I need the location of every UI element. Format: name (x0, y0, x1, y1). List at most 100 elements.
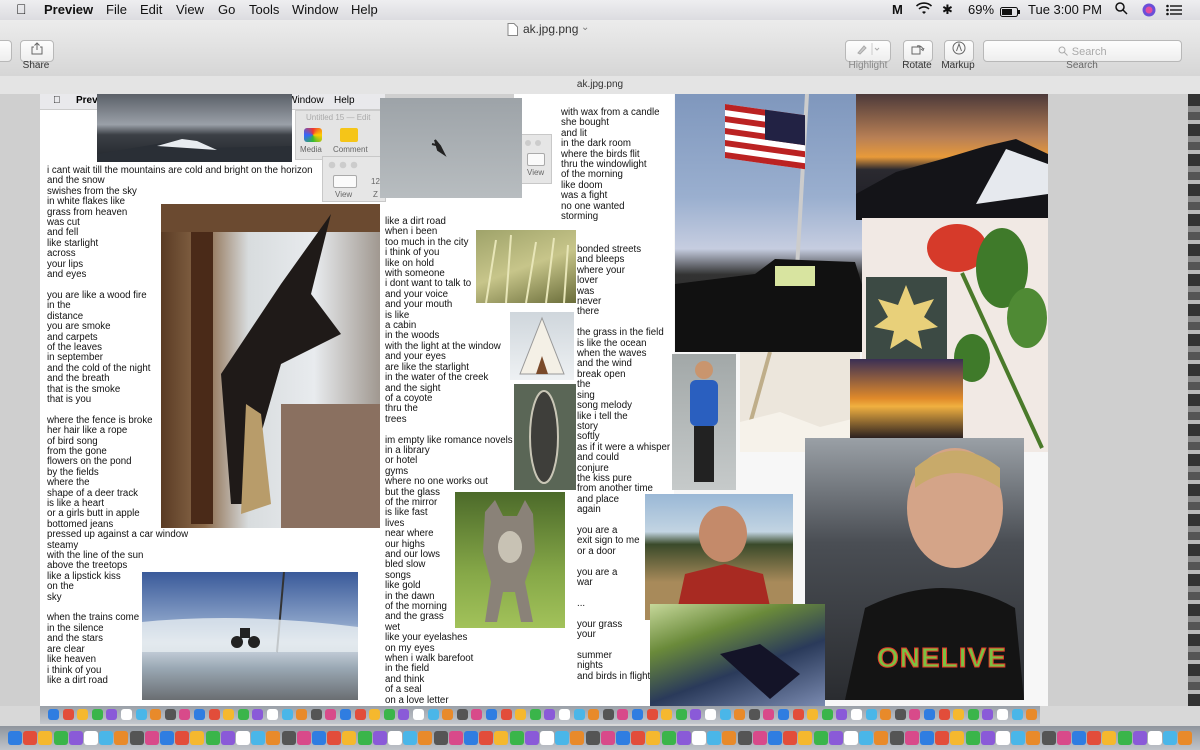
dock-app-icon[interactable] (281, 731, 296, 745)
dock-app-icon[interactable] (646, 731, 661, 745)
dock-app-icon[interactable] (559, 709, 570, 720)
dock-app-icon[interactable] (8, 731, 22, 745)
menu-view[interactable]: View (176, 2, 204, 17)
dock-app-icon[interactable] (967, 709, 979, 720)
share-button[interactable] (20, 40, 54, 62)
dock-app-icon[interactable] (821, 709, 833, 720)
dock-app-icon[interactable] (690, 709, 702, 720)
dock-app-icon[interactable] (150, 709, 162, 720)
dock-app-icon[interactable] (1041, 731, 1056, 745)
dock-app-icon[interactable] (924, 709, 935, 720)
dock-app-icon[interactable] (938, 709, 950, 720)
menu-go[interactable]: Go (218, 2, 235, 17)
dock-app-icon[interactable] (909, 709, 921, 720)
dock-app-icon[interactable] (99, 731, 114, 745)
dock-app-icon[interactable] (1148, 731, 1162, 745)
dock-app-icon[interactable] (1132, 731, 1147, 745)
dock-app-icon[interactable] (48, 709, 59, 720)
dock-app-icon[interactable] (836, 709, 848, 720)
dock-app-icon[interactable] (950, 731, 965, 745)
dock-app-icon[interactable] (778, 709, 789, 720)
dock-app-icon[interactable] (357, 731, 372, 745)
dock-app-icon[interactable] (813, 731, 828, 745)
dock-app-icon[interactable] (632, 709, 643, 720)
dock-app-icon[interactable] (768, 731, 782, 745)
dock-app-icon[interactable] (281, 709, 293, 720)
dock-app-icon[interactable] (310, 709, 322, 720)
dock-app-icon[interactable] (1056, 731, 1071, 745)
dock-app-icon[interactable] (418, 731, 433, 745)
dock-app-icon[interactable] (179, 709, 191, 720)
dock-app-icon[interactable] (807, 709, 819, 720)
list-icon[interactable] (1166, 4, 1182, 19)
dock-app-icon[interactable] (600, 731, 615, 745)
dock-app-icon[interactable] (965, 731, 980, 745)
dock-app-icon[interactable] (84, 731, 98, 745)
dock-app-icon[interactable] (1117, 731, 1132, 745)
dock-app-icon[interactable] (509, 731, 524, 745)
dock-app-icon[interactable] (208, 709, 220, 720)
dock-app-icon[interactable] (661, 709, 673, 720)
dock-app-icon[interactable] (442, 709, 454, 720)
dock-app-icon[interactable] (327, 731, 342, 745)
dock-app-icon[interactable] (500, 709, 512, 720)
dock-app-icon[interactable] (77, 709, 89, 720)
dock-app-icon[interactable] (894, 709, 906, 720)
dock-app-icon[interactable] (904, 731, 919, 745)
dock-app-icon[interactable] (1011, 709, 1023, 720)
dock-app-icon[interactable] (135, 709, 147, 720)
dock-app-icon[interactable] (889, 731, 904, 745)
siri-icon[interactable] (1142, 3, 1156, 20)
dock-app-icon[interactable] (372, 731, 387, 745)
dock-app-icon[interactable] (1026, 731, 1041, 745)
menu-file[interactable]: File (106, 2, 127, 17)
dock-app-icon[interactable] (91, 709, 103, 720)
battery-percent[interactable]: 69% (968, 2, 994, 17)
dock-app-icon[interactable] (398, 709, 410, 720)
menu-edit[interactable]: Edit (140, 2, 162, 17)
dock-app-icon[interactable] (38, 731, 53, 745)
dock-app-icon[interactable] (433, 731, 448, 745)
dock-app-icon[interactable] (524, 731, 539, 745)
dock-app-icon[interactable] (722, 731, 737, 745)
dock-app-icon[interactable] (544, 709, 556, 720)
dock-app-icon[interactable] (296, 731, 311, 745)
dock-app-icon[interactable] (874, 731, 889, 745)
dock-app-icon[interactable] (646, 709, 658, 720)
dock-app-icon[interactable] (342, 731, 357, 745)
dock-app-icon[interactable] (369, 709, 381, 720)
dock-app-icon[interactable] (737, 731, 752, 745)
search-field[interactable]: Search (983, 40, 1182, 62)
dock-app-icon[interactable] (296, 709, 308, 720)
markup-button[interactable] (944, 40, 974, 62)
dock-app-icon[interactable] (413, 709, 424, 720)
menu-window[interactable]: Window (292, 2, 338, 17)
dock-app-icon[interactable] (982, 709, 994, 720)
dock-app-icon[interactable] (783, 731, 798, 745)
dock-app-icon[interactable] (844, 731, 858, 745)
dock-app-icon[interactable] (792, 709, 804, 720)
dock-app-icon[interactable] (114, 731, 129, 745)
dock-app-icon[interactable] (129, 731, 144, 745)
menu-tools[interactable]: Tools (249, 2, 279, 17)
dock-app-icon[interactable] (68, 731, 83, 745)
dock-app-icon[interactable] (325, 709, 337, 720)
dock-app-icon[interactable] (953, 709, 965, 720)
dock-app-icon[interactable] (479, 731, 494, 745)
dock-app-icon[interactable] (865, 709, 877, 720)
dock-app-icon[interactable] (106, 709, 118, 720)
dock-app-icon[interactable] (1011, 731, 1026, 745)
dock-app-icon[interactable] (935, 731, 950, 745)
dock-app-icon[interactable] (1102, 731, 1117, 745)
dock-app-icon[interactable] (236, 731, 250, 745)
dock-app-icon[interactable] (194, 709, 205, 720)
dock-app-icon[interactable] (383, 709, 395, 720)
dock-app-icon[interactable] (144, 731, 159, 745)
dock-app-icon[interactable] (661, 731, 676, 745)
dock-app-icon[interactable] (62, 709, 74, 720)
dock-app-icon[interactable] (220, 731, 235, 745)
sidebar-edge-button[interactable] (0, 40, 12, 62)
bluetooth-icon[interactable]: ✱ (942, 2, 953, 18)
dock-app-icon[interactable] (494, 731, 509, 745)
dock-app-icon[interactable] (920, 731, 934, 745)
